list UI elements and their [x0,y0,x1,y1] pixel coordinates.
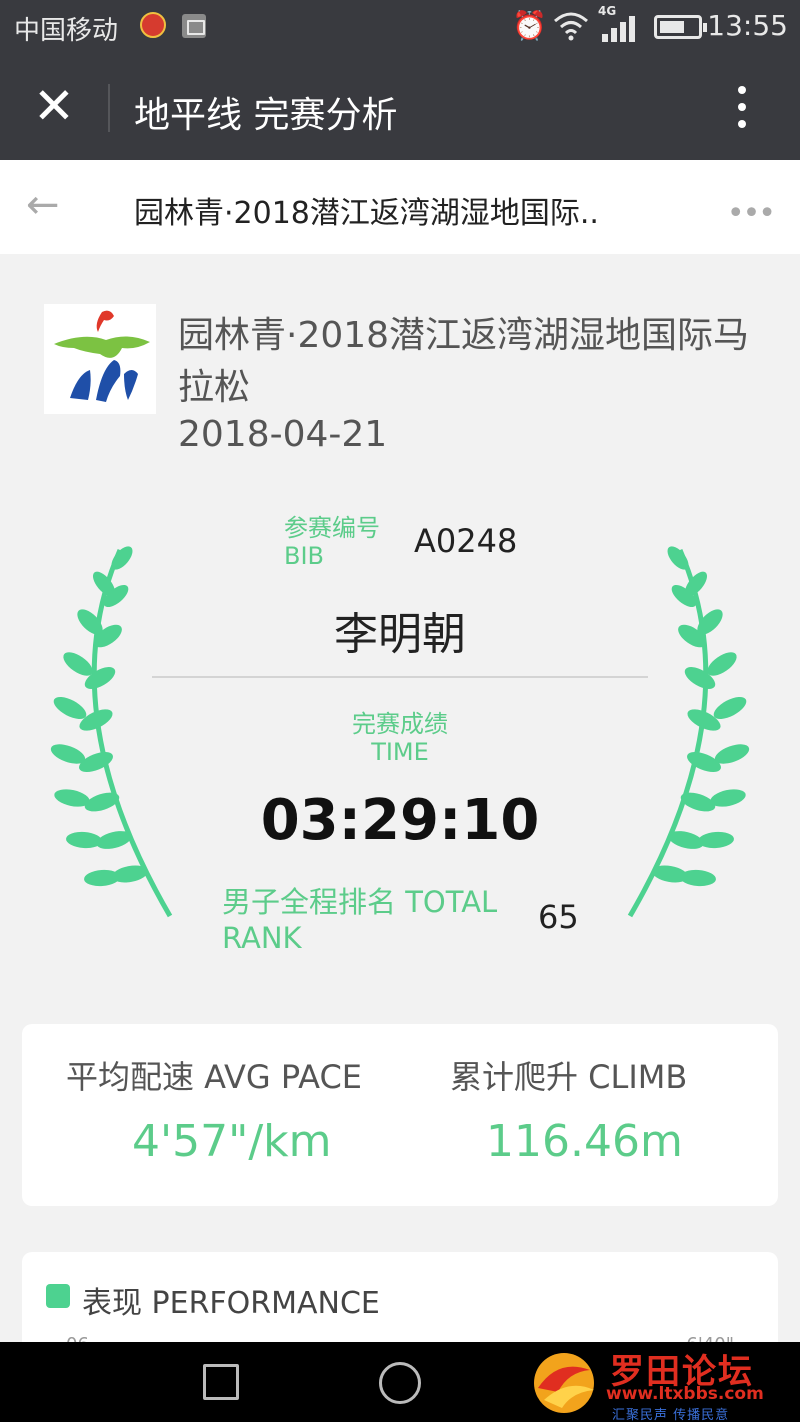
app-title: 地平线 完赛分析 [134,95,398,136]
runner-name: 李明朝 [334,609,466,660]
home-icon[interactable] [379,1362,421,1404]
carrier-name: 中国移动 [14,16,119,46]
performance-label: 表现 PERFORMANCE [82,1286,380,1321]
climb-label: 累计爬升 CLIMB [450,1058,688,1096]
notification-badge-icon [140,12,166,38]
wifi-icon [554,12,588,41]
time-label-cn: 完赛成绩 [352,710,448,738]
app-title-bar: ✕ 地平线 完赛分析 [0,56,800,160]
status-bar: 中国移动 ⏰ 4G 13:55 [0,0,800,56]
bib-number: A0248 [414,522,518,560]
page-title: 园林青·2018潜江返湾湖湿地国际.. [134,196,599,231]
event-logo [44,304,156,414]
avg-pace-label: 平均配速 AVG PACE [66,1058,363,1096]
watermark-url: www.ltxbbs.com [606,1384,764,1404]
alarm-icon: ⏰ [512,9,547,42]
battery-icon [654,15,707,39]
rank-label: 男子全程排名 TOTAL RANK [222,885,498,955]
rank-value: 65 [538,898,579,936]
time-label-en: TIME [371,738,429,766]
more-menu-icon[interactable]: ••• [727,196,776,231]
avg-pace-value: 4'57"/km [132,1116,332,1167]
signal-icon [602,16,636,42]
page-nav-bar: ← 园林青·2018潜江返湾湖湿地国际.. ••• [0,160,800,254]
performance-legend-icon [46,1284,70,1308]
bib-label-en: BIB [284,542,325,570]
bib-label-cn: 参赛编号 [284,514,380,542]
back-arrow-icon[interactable]: ← [26,182,60,228]
system-nav-bar: 罗田论坛 www.ltxbbs.com 汇聚民声 传播民意 [0,1342,800,1422]
close-icon[interactable]: ✕ [30,81,78,131]
stats-card: 平均配速 AVG PACE 4'57"/km 累计爬升 CLIMB 116.46… [22,1024,778,1206]
recent-apps-icon[interactable] [203,1364,239,1400]
event-name: 园林青·2018潜江返湾湖湿地国际马拉松 [178,315,750,408]
status-time: 13:55 [707,9,788,42]
climb-value: 116.46m [486,1116,683,1167]
watermark-emblem-icon [534,1353,594,1413]
gallery-notification-icon [182,14,206,38]
event-logo-icon [54,310,150,402]
event-date: 2018-04-21 [178,414,388,455]
title-divider [108,84,110,132]
result-divider [152,676,648,678]
watermark-slogan: 汇聚民声 传播民意 [612,1408,730,1422]
finish-time: 03:29:10 [260,788,540,853]
more-options-icon[interactable] [730,82,754,134]
